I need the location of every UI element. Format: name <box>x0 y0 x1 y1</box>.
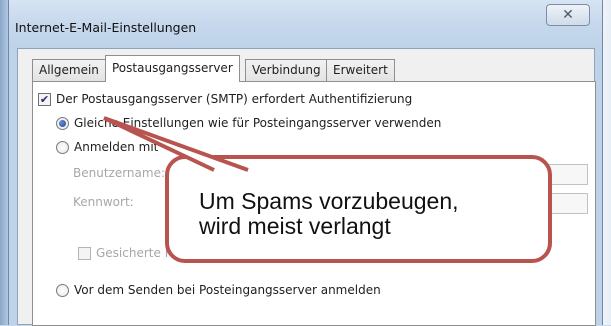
radio-unselected-icon <box>56 283 69 297</box>
auth-required-checkbox[interactable]: ✔ Der Postausgangsserver (SMTP) erforder… <box>38 92 412 106</box>
username-label: Benutzername: <box>73 166 165 180</box>
radio-pop-before-smtp-label: Vor dem Senden bei Posteingangsserver an… <box>74 283 381 297</box>
tab-label: Verbindung <box>252 63 321 77</box>
radio-selected-icon <box>56 116 69 130</box>
close-icon: ✕ <box>562 7 574 23</box>
password-label-text: Kennwort: <box>73 195 134 209</box>
radio-same-settings[interactable]: Gleiche Einstellungen wie für Posteingan… <box>56 116 441 130</box>
radio-login-with-label: Anmelden mit <box>74 140 159 154</box>
callout-line-2: wird meist verlangt <box>199 213 391 239</box>
radio-same-settings-label: Gleiche Einstellungen wie für Posteingan… <box>74 116 442 130</box>
auth-required-label: Der Postausgangsserver (SMTP) erfordert … <box>56 92 413 106</box>
tab-verbindung[interactable]: Verbindung <box>245 59 328 81</box>
radio-unselected-icon <box>56 140 69 154</box>
tab-erweitert[interactable]: Erweitert <box>326 59 395 81</box>
close-button[interactable]: ✕ <box>546 4 590 26</box>
title-bar: Internet-E-Mail-Einstellungen ✕ <box>9 0 602 48</box>
check-icon: ✔ <box>38 92 51 106</box>
window-title: Internet-E-Mail-Einstellungen <box>15 20 197 35</box>
callout-line-1: Um Spams vorzubeugen, <box>199 188 459 214</box>
radio-login-with[interactable]: Anmelden mit <box>56 140 158 154</box>
annotation-callout: Um Spams vorzubeugen, wird meist verlang… <box>165 155 552 263</box>
tab-allgemein[interactable]: Allgemein <box>32 59 106 81</box>
tab-label: Erweitert <box>333 63 388 77</box>
tab-label: Postausgangsserver <box>112 61 233 75</box>
checkbox-empty-icon <box>78 246 91 260</box>
password-label: Kennwort: <box>73 195 134 209</box>
tab-label: Allgemein <box>39 63 99 77</box>
username-label-text: Benutzername: <box>73 166 166 180</box>
radio-pop-before-smtp[interactable]: Vor dem Senden bei Posteingangsserver an… <box>56 283 381 297</box>
tab-postausgangsserver[interactable]: Postausgangsserver <box>105 55 240 82</box>
